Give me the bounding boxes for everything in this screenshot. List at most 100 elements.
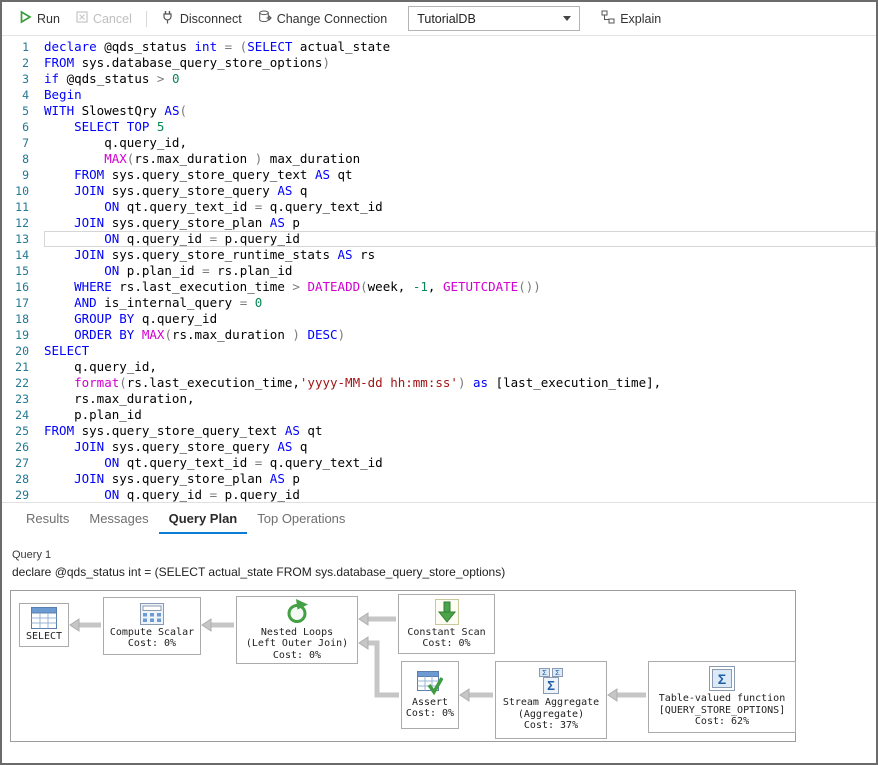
- svg-text:Σ: Σ: [547, 678, 555, 693]
- plan-node-label: Cost: 62%: [695, 716, 749, 728]
- code-text: p.plan_id: [44, 407, 876, 423]
- line-number: 9: [2, 167, 44, 183]
- code-line[interactable]: 24 p.plan_id: [2, 407, 876, 423]
- code-line[interactable]: 8 MAX(rs.max_duration ) max_duration: [2, 151, 876, 167]
- code-text: q.query_id,: [44, 359, 876, 375]
- code-line[interactable]: 13 ON q.query_id = p.query_id: [2, 231, 876, 247]
- code-text: format(rs.last_execution_time,'yyyy-MM-d…: [44, 375, 876, 391]
- editor-lines: 1declare @qds_status int = (SELECT actua…: [2, 39, 876, 502]
- explain-label: Explain: [620, 12, 661, 26]
- line-number: 3: [2, 71, 44, 87]
- run-button[interactable]: Run: [12, 6, 67, 31]
- cancel-button[interactable]: Cancel: [69, 7, 139, 30]
- plan-node-select[interactable]: SELECT: [19, 603, 69, 647]
- code-line[interactable]: 5WITH SlowestQry AS(: [2, 103, 876, 119]
- code-text: declare @qds_status int = (SELECT actual…: [44, 39, 876, 55]
- code-line[interactable]: 14 JOIN sys.query_store_runtime_stats AS…: [2, 247, 876, 263]
- plan-node-label: Compute Scalar: [110, 627, 194, 639]
- query-toolbar: Run Cancel Disconnect Change Connection …: [2, 2, 876, 36]
- table-icon: [31, 607, 57, 629]
- line-number: 29: [2, 487, 44, 502]
- plan-node-compute-scalar[interactable]: Compute ScalarCost: 0%: [103, 597, 201, 655]
- disconnect-button[interactable]: Disconnect: [154, 6, 249, 31]
- plan-node-stream-aggregate[interactable]: ΣΣΣStream Aggregate(Aggregate)Cost: 37%: [495, 661, 607, 739]
- run-label: Run: [37, 12, 60, 26]
- tab-top-operations[interactable]: Top Operations: [247, 503, 355, 534]
- line-number: 23: [2, 391, 44, 407]
- line-number: 4: [2, 87, 44, 103]
- line-number: 28: [2, 471, 44, 487]
- disconnect-label: Disconnect: [180, 12, 242, 26]
- code-text: ON qt.query_text_id = q.query_text_id: [44, 455, 876, 471]
- code-text: JOIN sys.query_store_runtime_stats AS rs: [44, 247, 876, 263]
- plan-query-label: Query 1: [12, 549, 876, 561]
- code-text: MAX(rs.max_duration ) max_duration: [44, 151, 876, 167]
- code-line[interactable]: 4Begin: [2, 87, 876, 103]
- code-line[interactable]: 20SELECT: [2, 343, 876, 359]
- disconnect-icon: [161, 10, 175, 27]
- compute-scalar-icon: [140, 603, 164, 625]
- line-number: 15: [2, 263, 44, 279]
- line-number: 7: [2, 135, 44, 151]
- code-line[interactable]: 21 q.query_id,: [2, 359, 876, 375]
- code-line[interactable]: 10 JOIN sys.query_store_query AS q: [2, 183, 876, 199]
- code-line[interactable]: 3if @qds_status > 0: [2, 71, 876, 87]
- change-connection-button[interactable]: Change Connection: [251, 6, 395, 31]
- code-line[interactable]: 11 ON qt.query_text_id = q.query_text_id: [2, 199, 876, 215]
- constant-scan-icon: [435, 599, 459, 625]
- sql-editor[interactable]: 1declare @qds_status int = (SELECT actua…: [2, 36, 876, 502]
- plan-node-assert[interactable]: AssertCost: 0%: [401, 661, 459, 729]
- code-text: ON p.plan_id = rs.plan_id: [44, 263, 876, 279]
- cancel-icon: [76, 11, 88, 26]
- code-line[interactable]: 18 GROUP BY q.query_id: [2, 311, 876, 327]
- code-line[interactable]: 15 ON p.plan_id = rs.plan_id: [2, 263, 876, 279]
- code-text: ON q.query_id = p.query_id: [44, 487, 876, 502]
- code-line[interactable]: 6 SELECT TOP 5: [2, 119, 876, 135]
- plan-node-label: Cost: 0%: [406, 708, 454, 720]
- line-number: 27: [2, 455, 44, 471]
- plan-node-label: Stream Aggregate: [503, 697, 599, 709]
- plan-node-nested-loops[interactable]: Nested Loops(Left Outer Join)Cost: 0%: [236, 596, 358, 664]
- code-line[interactable]: 19 ORDER BY MAX(rs.max_duration ) DESC): [2, 327, 876, 343]
- code-line[interactable]: 7 q.query_id,: [2, 135, 876, 151]
- code-line[interactable]: 17 AND is_internal_query = 0: [2, 295, 876, 311]
- line-number: 21: [2, 359, 44, 375]
- tab-query-plan[interactable]: Query Plan: [159, 503, 248, 534]
- code-text: JOIN sys.query_store_query AS q: [44, 183, 876, 199]
- code-line[interactable]: 29 ON q.query_id = p.query_id: [2, 487, 876, 502]
- database-dropdown-value: TutorialDB: [417, 12, 563, 26]
- plan-node-label: (Aggregate): [518, 709, 584, 721]
- line-number: 14: [2, 247, 44, 263]
- tvf-icon: Σ: [709, 666, 735, 691]
- code-text: JOIN sys.query_store_plan AS p: [44, 471, 876, 487]
- code-line[interactable]: 9 FROM sys.query_store_query_text AS qt: [2, 167, 876, 183]
- database-dropdown[interactable]: TutorialDB: [408, 6, 580, 31]
- code-text: FROM sys.query_store_query_text AS qt: [44, 167, 876, 183]
- code-line[interactable]: 27 ON qt.query_text_id = q.query_text_id: [2, 455, 876, 471]
- chevron-down-icon: [563, 16, 571, 21]
- svg-text:Σ: Σ: [718, 671, 726, 687]
- tab-messages[interactable]: Messages: [79, 503, 158, 534]
- code-text: FROM sys.database_query_store_options): [44, 55, 876, 71]
- line-number: 20: [2, 343, 44, 359]
- code-line[interactable]: 23 rs.max_duration,: [2, 391, 876, 407]
- code-line[interactable]: 1declare @qds_status int = (SELECT actua…: [2, 39, 876, 55]
- tab-results[interactable]: Results: [16, 503, 79, 534]
- line-number: 6: [2, 119, 44, 135]
- explain-button[interactable]: Explain: [594, 6, 668, 31]
- nested-loops-icon: [284, 599, 310, 625]
- code-line[interactable]: 26 JOIN sys.query_store_query AS q: [2, 439, 876, 455]
- code-line[interactable]: 12 JOIN sys.query_store_plan AS p: [2, 215, 876, 231]
- code-text: GROUP BY q.query_id: [44, 311, 876, 327]
- code-line[interactable]: 25FROM sys.query_store_query_text AS qt: [2, 423, 876, 439]
- code-text: JOIN sys.query_store_plan AS p: [44, 215, 876, 231]
- code-line[interactable]: 16 WHERE rs.last_execution_time > DATEAD…: [2, 279, 876, 295]
- cancel-label: Cancel: [93, 12, 132, 26]
- code-text: ON qt.query_text_id = q.query_text_id: [44, 199, 876, 215]
- code-line[interactable]: 2FROM sys.database_query_store_options): [2, 55, 876, 71]
- plan-node-table-valued-function[interactable]: ΣTable-valued function[QUERY_STORE_OPTIO…: [648, 661, 796, 733]
- plan-node-constant-scan[interactable]: Constant ScanCost: 0%: [398, 594, 495, 654]
- code-line[interactable]: 28 JOIN sys.query_store_plan AS p: [2, 471, 876, 487]
- line-number: 1: [2, 39, 44, 55]
- code-line[interactable]: 22 format(rs.last_execution_time,'yyyy-M…: [2, 375, 876, 391]
